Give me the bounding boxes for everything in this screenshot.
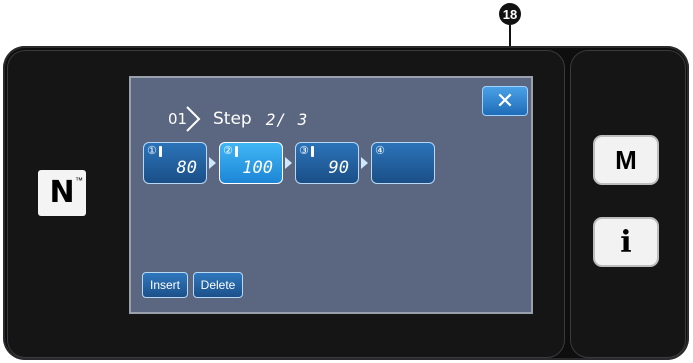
close-button[interactable]: ✕ xyxy=(482,86,528,116)
lcd-screen: 01 Step 2/ 3 ✕ ① 80 ② 100 ③ 90 ④ Insert … xyxy=(129,76,533,314)
info-button[interactable]: i xyxy=(593,217,659,267)
pattern-number: 01 xyxy=(168,110,188,128)
close-icon: ✕ xyxy=(495,88,515,114)
arrow-right-icon xyxy=(361,157,368,169)
step-value: 100 xyxy=(242,158,273,178)
step-button-3[interactable]: ③ 90 xyxy=(295,142,359,184)
step-button-2[interactable]: ② 100 xyxy=(219,142,283,184)
nfc-icon: N ™ xyxy=(38,170,86,216)
step-counter: 2/ 3 xyxy=(265,109,309,129)
step-label: Step xyxy=(213,109,252,129)
mode-button[interactable]: M xyxy=(593,135,659,185)
step-button-4[interactable]: ④ xyxy=(371,142,435,184)
nfc-trademark: ™ xyxy=(75,176,83,185)
step-index: ① xyxy=(147,144,157,157)
arrow-right-icon xyxy=(285,157,292,169)
nfc-symbol: N xyxy=(49,175,75,210)
needle-icon xyxy=(311,146,314,157)
pattern-step-icon: 01 xyxy=(165,104,209,134)
step-header: 01 Step 2/ 3 xyxy=(165,104,308,134)
side-bezel xyxy=(570,50,686,358)
arrow-right-icon xyxy=(209,157,216,169)
step-button-1[interactable]: ① 80 xyxy=(143,142,207,184)
insert-button[interactable]: Insert xyxy=(142,272,188,298)
callout-marker-18: 18 xyxy=(499,3,521,25)
needle-icon xyxy=(159,146,162,157)
needle-icon xyxy=(235,146,238,157)
step-index: ④ xyxy=(375,144,385,157)
step-index: ② xyxy=(223,144,233,157)
step-index: ③ xyxy=(299,144,309,157)
delete-button[interactable]: Delete xyxy=(193,272,243,298)
step-value: 90 xyxy=(328,158,349,178)
step-value: 80 xyxy=(176,158,197,178)
